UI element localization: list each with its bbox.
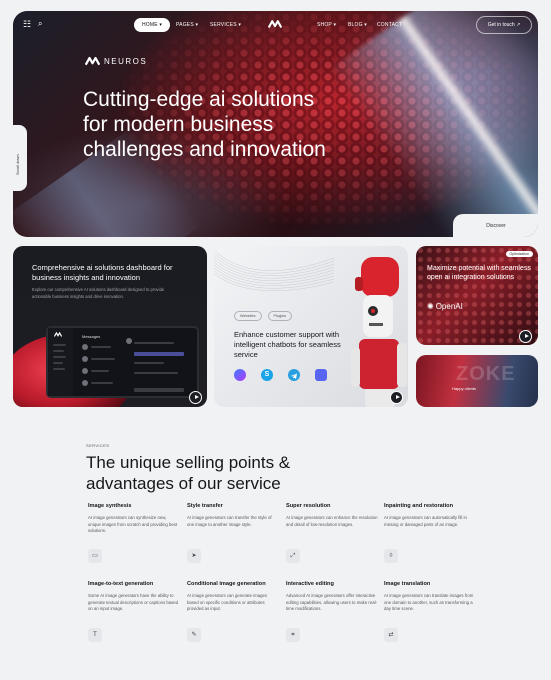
feature-desc: AI image generators can generate images … xyxy=(187,593,268,611)
nav-item-contact[interactable]: CONTACT xyxy=(369,18,410,32)
neuros-logo-icon xyxy=(85,56,100,66)
messenger-icon[interactable] xyxy=(234,369,246,381)
discover-button[interactable]: Discover xyxy=(453,214,538,237)
mini-logo-icon xyxy=(54,332,62,337)
top-nav: ☷ ⌕ HOME ▾ PAGES ▾ SERVICES ▾ SHOP ▾ BLO… xyxy=(13,11,538,41)
openai-card[interactable]: Optimization Maximize potential with sea… xyxy=(416,246,538,345)
feature-item: Image-to-text generation Some AI image g… xyxy=(88,581,180,613)
avatar xyxy=(126,338,132,344)
feature-title: Interactive editing xyxy=(286,581,334,587)
promo-big-text: ZOKE xyxy=(456,363,516,385)
feature-title: Image-to-text generation xyxy=(88,581,154,587)
robot-illustration xyxy=(351,257,407,407)
chatbot-card[interactable]: Websites Plugins Enhance customer suppor… xyxy=(214,246,408,407)
dashboard-sidebar xyxy=(48,328,73,396)
logo-icon[interactable] xyxy=(268,17,282,31)
scroll-down-label: Scroll down xyxy=(15,154,20,175)
tag-plugins[interactable]: Plugins xyxy=(267,311,292,321)
chatbot-card-title: Enhance customer support with intelligen… xyxy=(234,330,341,359)
openai-logo: ✺ OpenAI xyxy=(427,302,463,311)
nav-item-services[interactable]: SERVICES ▾ xyxy=(202,18,249,32)
dashboard-screen: Messages xyxy=(46,326,199,398)
nav-item-pages[interactable]: PAGES ▾ xyxy=(168,18,206,32)
discord-icon[interactable] xyxy=(315,369,327,381)
feature-title: Image synthesis xyxy=(88,503,132,509)
feature-title: Inpainting and restoration xyxy=(384,503,453,509)
brand-logo: NEUROS xyxy=(85,56,147,66)
dashboard-card[interactable]: Comprehensive ai solutions dashboard for… xyxy=(13,246,207,407)
menu-grid-icon[interactable]: ☷ xyxy=(23,19,31,30)
feature-title: Image translation xyxy=(384,581,431,587)
feature-item: Super resolution AI image generators can… xyxy=(286,503,378,528)
feature-desc: AI image generators can synthesize new, … xyxy=(88,515,178,533)
feature-desc: AI image generators can enhance the reso… xyxy=(286,515,378,527)
avatar xyxy=(82,368,88,374)
hero-banner: ☷ ⌕ HOME ▾ PAGES ▾ SERVICES ▾ SHOP ▾ BLO… xyxy=(13,11,538,237)
feature-item: Conditional image generation AI image ge… xyxy=(187,581,279,613)
feature-item: Image synthesis AI image generators can … xyxy=(88,503,180,535)
send-icon: ➤ xyxy=(187,549,201,563)
dashboard-card-desc: Explore our comprehensive AI solutions d… xyxy=(32,287,165,299)
search-icon[interactable]: ⌕ xyxy=(38,19,42,29)
feature-desc: Some AI image generators have the abilit… xyxy=(88,593,179,611)
feature-desc: AI image generators can transfer the sty… xyxy=(187,515,272,527)
openai-logo-icon: ✺ xyxy=(427,302,434,311)
drop-icon: ◊ xyxy=(384,549,398,563)
openai-play-button[interactable] xyxy=(519,330,532,343)
feature-item: Inpainting and restoration AI image gene… xyxy=(384,503,476,528)
brand-name: NEUROS xyxy=(104,56,148,66)
image-icon: ▭ xyxy=(88,549,102,563)
screen-title: Messages xyxy=(82,334,101,339)
dashboard-play-button[interactable] xyxy=(189,391,202,404)
dashboard-card-title: Comprehensive ai solutions dashboard for… xyxy=(32,263,173,282)
get-in-touch-button[interactable]: Get in touch ↗ xyxy=(476,16,532,34)
openai-card-title: Maximize potential with seamless open ai… xyxy=(427,265,531,281)
hero-headline: Cutting-edge ai solutions for modern bus… xyxy=(83,88,326,161)
feature-desc: AI image generators can automatically fi… xyxy=(384,515,467,527)
text-icon: T xyxy=(88,628,102,642)
chatbot-play-button[interactable] xyxy=(390,391,403,404)
edit-icon: ✎ xyxy=(187,628,201,642)
crop-icon: ⌗ xyxy=(286,628,300,642)
resize-icon: ⤢ xyxy=(286,549,300,563)
feature-desc: AI image generators can translate images… xyxy=(384,593,474,611)
scroll-down-tab[interactable]: Scroll down xyxy=(13,125,27,191)
feature-title: Super resolution xyxy=(286,503,331,509)
optimization-badge: Optimization xyxy=(505,251,533,257)
feature-title: Conditional image generation xyxy=(187,581,266,587)
services-title: The unique selling points & advantages o… xyxy=(86,453,291,493)
skype-icon[interactable]: S xyxy=(261,369,273,381)
bubble-texture xyxy=(416,246,538,345)
telegram-icon[interactable] xyxy=(288,369,300,381)
tag-websites[interactable]: Websites xyxy=(234,311,262,321)
feature-item: Image translation AI image generators ca… xyxy=(384,581,476,613)
nav-item-shop[interactable]: SHOP ▾ xyxy=(309,18,344,32)
promo-small-text: Happy clients xyxy=(452,386,477,391)
avatar xyxy=(82,380,88,386)
services-eyebrow: SERVICES xyxy=(86,443,110,448)
nav-item-home[interactable]: HOME ▾ xyxy=(134,18,171,32)
avatar xyxy=(82,344,88,350)
feature-desc: Advanced AI image generators offer inter… xyxy=(286,593,377,611)
translate-icon: ⇄ xyxy=(384,628,398,642)
feature-item: Interactive editing Advanced AI image ge… xyxy=(286,581,378,613)
wave-lines-graphic xyxy=(214,249,334,291)
promo-card[interactable]: ZOKE Happy clients xyxy=(416,355,538,407)
feature-item: Style transfer AI image generators can t… xyxy=(187,503,279,528)
feature-title: Style transfer xyxy=(187,503,223,509)
avatar xyxy=(82,356,88,362)
